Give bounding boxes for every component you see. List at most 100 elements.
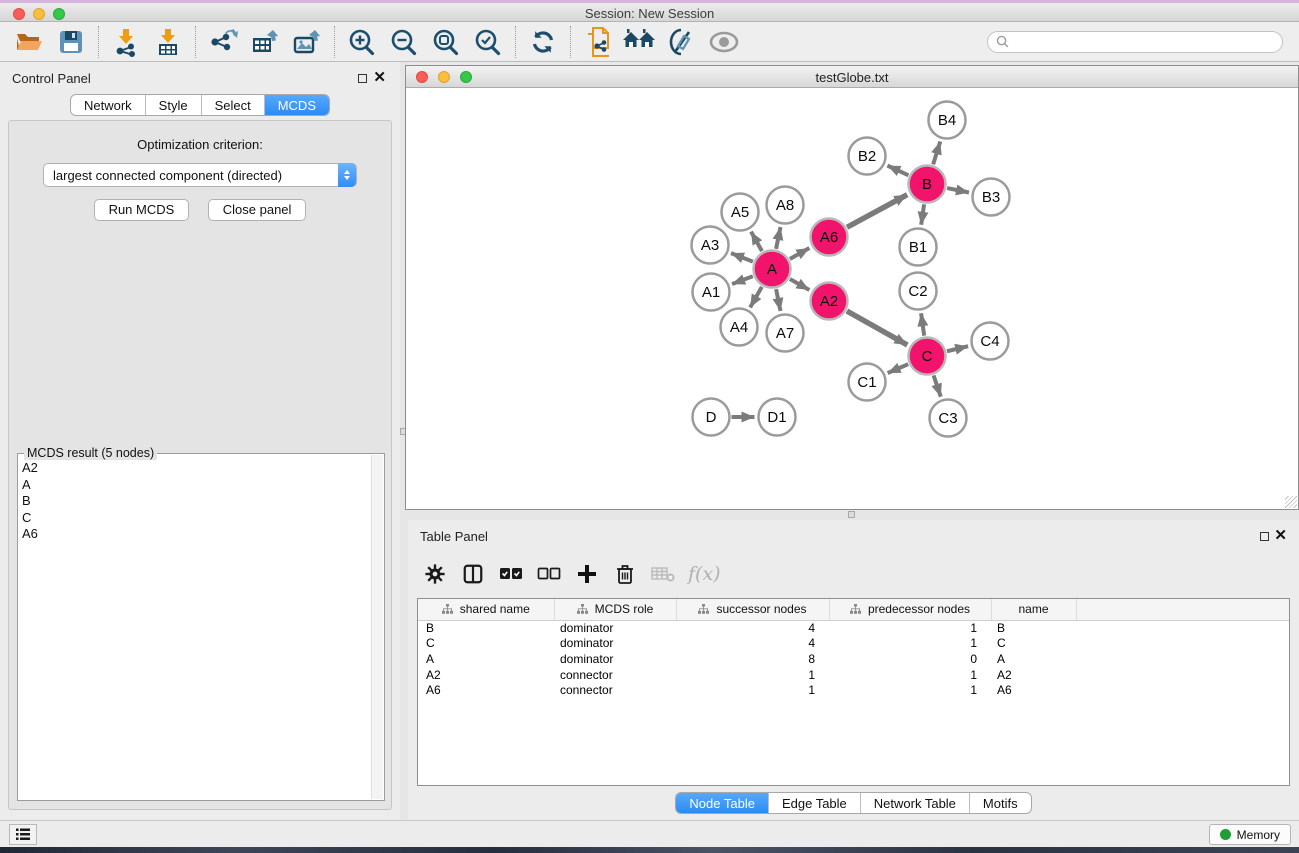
network-graph[interactable]: B4B2BB3A8A5A6A3B1AC2A1A2A4A7C4CC1C3DD1 xyxy=(406,88,1298,509)
node-A1[interactable]: A1 xyxy=(693,274,730,311)
node-A5[interactable]: A5 xyxy=(722,194,759,231)
edge-A6-B[interactable] xyxy=(847,195,907,228)
node-B1[interactable]: B1 xyxy=(900,229,937,266)
float-panel-icon[interactable] xyxy=(1260,532,1269,541)
tab-network-table[interactable]: Network Table xyxy=(860,793,969,813)
export-image-button[interactable] xyxy=(286,24,328,60)
select-all-button[interactable] xyxy=(494,557,528,591)
edge-B-B1[interactable] xyxy=(921,204,924,224)
refresh-layout-button[interactable] xyxy=(522,24,564,60)
tab-node-table[interactable]: Node Table xyxy=(676,793,768,813)
export-table-button[interactable] xyxy=(244,24,286,60)
result-scrollbar[interactable] xyxy=(371,455,383,799)
node-B[interactable]: B xyxy=(909,166,946,203)
zoom-fit-button[interactable] xyxy=(425,24,467,60)
edge-C-C2[interactable] xyxy=(921,313,924,335)
show-view-button[interactable] xyxy=(703,24,745,60)
result-item[interactable]: A6 xyxy=(20,526,370,543)
network-snapshot-button[interactable] xyxy=(577,24,619,60)
criterion-select[interactable]: largest connected component (directed) xyxy=(43,163,357,187)
node-B2[interactable]: B2 xyxy=(849,138,886,175)
tab-mcds[interactable]: MCDS xyxy=(264,95,329,115)
node-A4[interactable]: A4 xyxy=(721,309,758,346)
import-network-button[interactable] xyxy=(105,24,147,60)
edge-B-B4[interactable] xyxy=(933,141,940,164)
save-session-button[interactable] xyxy=(50,24,92,60)
edge-A-A1[interactable] xyxy=(732,276,753,284)
node-A8[interactable]: A8 xyxy=(767,187,804,224)
edge-C-C3[interactable] xyxy=(934,375,941,396)
search-box[interactable] xyxy=(987,31,1283,53)
node-A2[interactable]: A2 xyxy=(811,283,848,320)
column-header-name[interactable]: name xyxy=(991,599,1076,620)
result-item[interactable]: A2 xyxy=(20,460,370,477)
zoom-in-button[interactable] xyxy=(341,24,383,60)
table-row[interactable]: Adominator80A xyxy=(418,651,1289,667)
open-file-button[interactable] xyxy=(8,24,50,60)
tab-select[interactable]: Select xyxy=(201,95,264,115)
table-header-row[interactable]: shared nameMCDS rolesuccessor nodesprede… xyxy=(418,599,1289,620)
horizontal-splitter[interactable] xyxy=(405,510,1299,520)
edge-A-A8[interactable] xyxy=(776,227,780,249)
node-C2[interactable]: C2 xyxy=(900,273,937,310)
resize-corner-icon[interactable] xyxy=(1285,496,1297,508)
network-canvas[interactable]: B4B2BB3A8A5A6A3B1AC2A1A2A4A7C4CC1C3DD1 xyxy=(406,88,1298,509)
run-mcds-button[interactable]: Run MCDS xyxy=(94,199,190,221)
column-header-MCDS-role[interactable]: MCDS role xyxy=(554,599,676,620)
memory-button[interactable]: Memory xyxy=(1209,824,1291,845)
tab-network[interactable]: Network xyxy=(71,95,145,115)
node-D[interactable]: D xyxy=(693,399,730,436)
tab-motifs[interactable]: Motifs xyxy=(969,793,1031,813)
edge-A2-C[interactable] xyxy=(847,311,908,345)
node-A6[interactable]: A6 xyxy=(811,219,848,256)
mcds-result-list[interactable]: A2ABCA6 xyxy=(20,460,370,798)
table-row[interactable]: Bdominator41B xyxy=(418,620,1289,636)
browser-home-button[interactable] xyxy=(619,24,661,60)
edge-A-A3[interactable] xyxy=(731,253,753,261)
edge-A-A5[interactable] xyxy=(751,232,762,252)
edge-A-A6[interactable] xyxy=(790,248,810,259)
node-C4[interactable]: C4 xyxy=(972,323,1009,360)
node-A7[interactable]: A7 xyxy=(767,315,804,352)
splitter-grip[interactable] xyxy=(848,511,855,518)
node-C[interactable]: C xyxy=(909,338,946,375)
column-header-successor-nodes[interactable]: successor nodes xyxy=(676,599,829,620)
node-A3[interactable]: A3 xyxy=(692,227,729,264)
edge-B-B3[interactable] xyxy=(947,188,969,192)
zoom-selected-button[interactable] xyxy=(467,24,509,60)
result-item[interactable]: A xyxy=(20,477,370,494)
close-panel-icon[interactable]: ✕ xyxy=(373,68,386,88)
edge-C-C4[interactable] xyxy=(947,346,968,351)
tab-edge-table[interactable]: Edge Table xyxy=(768,793,860,813)
tab-style[interactable]: Style xyxy=(145,95,201,115)
deselect-all-button[interactable] xyxy=(532,557,566,591)
delete-row-button[interactable] xyxy=(608,557,642,591)
close-panel-icon[interactable]: ✕ xyxy=(1274,526,1287,546)
column-visibility-button[interactable] xyxy=(456,557,490,591)
column-header-shared-name[interactable]: shared name xyxy=(418,599,554,620)
hide-annotations-button[interactable] xyxy=(661,24,703,60)
column-header-predecessor-nodes[interactable]: predecessor nodes xyxy=(829,599,991,620)
import-table-button[interactable] xyxy=(147,24,189,60)
table-row[interactable]: Cdominator41C xyxy=(418,636,1289,652)
table-settings-button[interactable] xyxy=(418,557,452,591)
edge-A-A4[interactable] xyxy=(750,287,762,308)
edge-A-A7[interactable] xyxy=(776,289,780,311)
edge-C-C1[interactable] xyxy=(888,364,909,373)
show-panels-button[interactable] xyxy=(9,824,37,845)
zoom-out-button[interactable] xyxy=(383,24,425,60)
node-C3[interactable]: C3 xyxy=(930,400,967,437)
node-table[interactable]: shared nameMCDS rolesuccessor nodesprede… xyxy=(417,598,1290,786)
node-A[interactable]: A xyxy=(754,251,791,288)
node-B3[interactable]: B3 xyxy=(973,179,1010,216)
edge-B-B2[interactable] xyxy=(887,166,908,176)
table-row[interactable]: A2connector11A2 xyxy=(418,667,1289,683)
add-row-button[interactable] xyxy=(570,557,604,591)
float-panel-icon[interactable] xyxy=(358,74,367,83)
node-D1[interactable]: D1 xyxy=(759,399,796,436)
table-row[interactable]: A6connector11A6 xyxy=(418,682,1289,698)
result-item[interactable]: C xyxy=(20,510,370,527)
edge-A-A2[interactable] xyxy=(790,279,810,290)
export-network-button[interactable] xyxy=(202,24,244,60)
node-B4[interactable]: B4 xyxy=(929,102,966,139)
